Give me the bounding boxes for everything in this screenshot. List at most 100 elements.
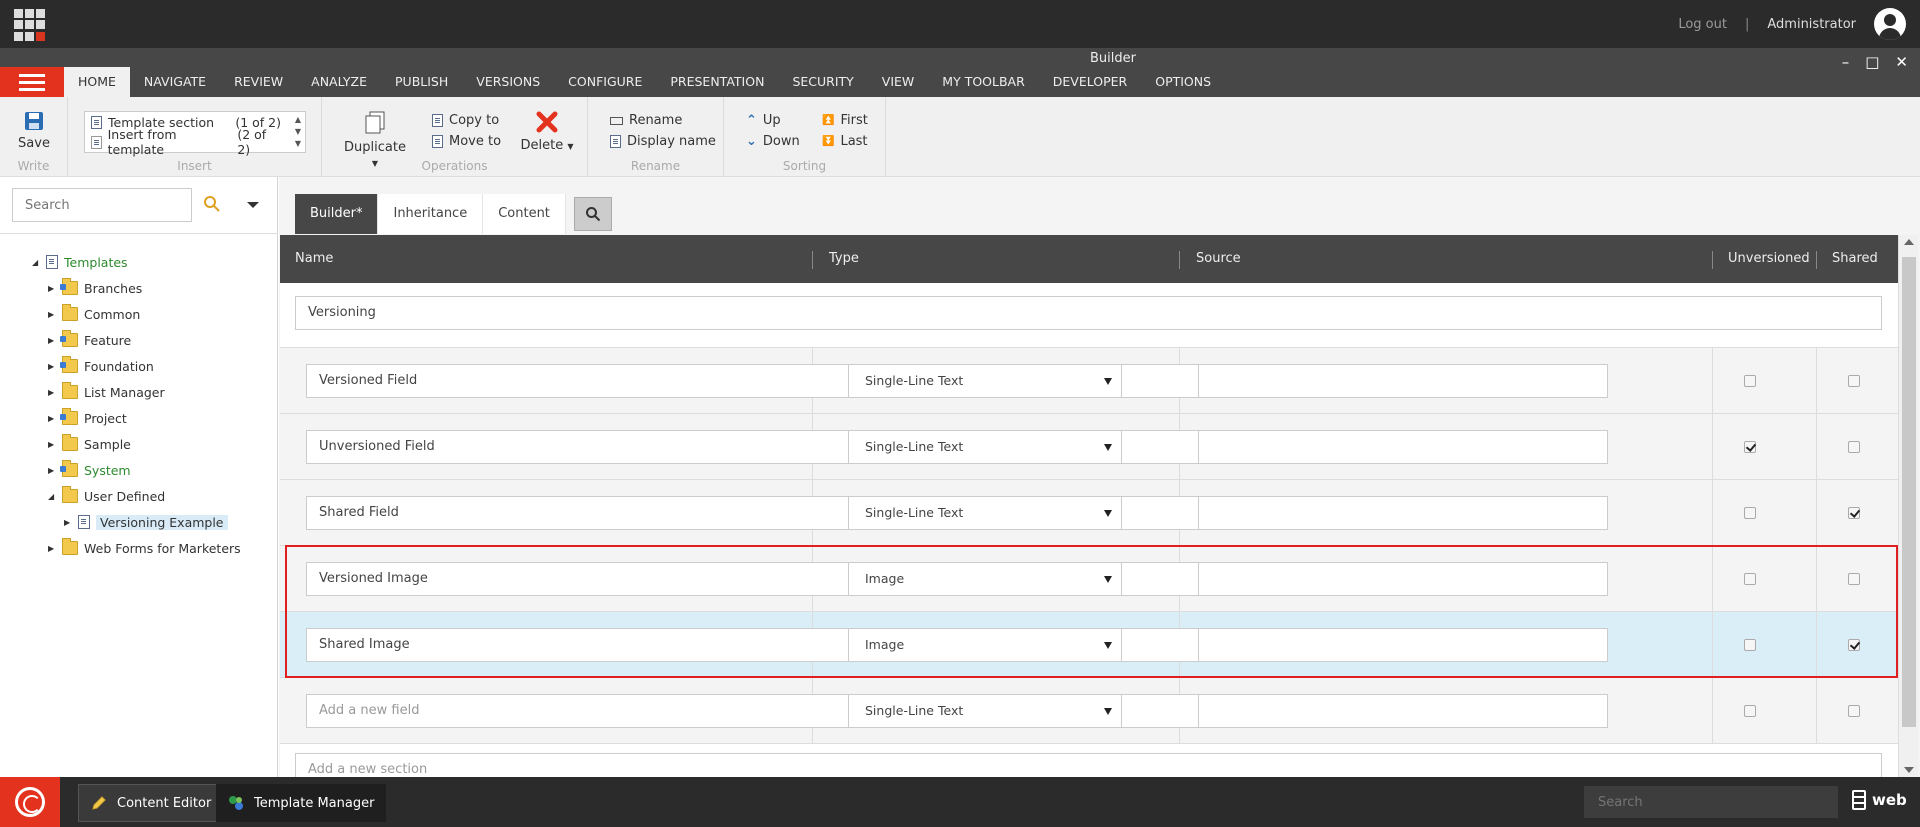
app-launcher-icon[interactable] [14,9,46,41]
scroll-up-icon[interactable] [1904,239,1914,245]
field-source-input[interactable] [1198,430,1608,464]
unversioned-checkbox[interactable] [1744,441,1756,453]
ribbon-tab-view[interactable]: VIEW [868,67,929,97]
tree-item-user-defined[interactable]: ◢ User Defined [48,485,165,507]
sitecore-logo-icon[interactable] [0,777,60,827]
copy-to-button[interactable]: Copy to [432,113,499,128]
ribbon-tab-developer[interactable]: DEVELOPER [1039,67,1141,97]
global-search-input[interactable] [1584,786,1838,818]
section-name-input[interactable]: Versioning [295,296,1882,330]
hamburger-menu-icon[interactable] [0,67,64,97]
field-type-select[interactable]: Image [848,628,1122,662]
tab-inheritance[interactable]: Inheritance [378,194,484,234]
field-source-input[interactable] [1198,628,1608,662]
column-separator[interactable] [1816,251,1817,269]
field-type-select[interactable]: Single-Line Text [848,364,1122,398]
taskbar-template-manager[interactable]: Template Manager [216,784,387,822]
sort-last-button[interactable]: ⏬ Last [822,134,868,149]
unversioned-checkbox[interactable] [1744,639,1756,651]
unversioned-checkbox[interactable] [1744,573,1756,585]
ribbon-tab-publish[interactable]: PUBLISH [381,67,462,97]
sort-up-button[interactable]: ⌃ Up [746,113,781,128]
field-source-input[interactable] [1198,562,1608,596]
database-selector[interactable]: web [1852,790,1907,810]
collapsed-arrow-icon[interactable]: ▶ [48,310,62,319]
ribbon-tab-options[interactable]: OPTIONS [1141,67,1225,97]
collapsed-arrow-icon[interactable]: ▶ [48,388,62,397]
new-section-input[interactable]: Add a new section [295,753,1882,777]
unversioned-checkbox[interactable] [1744,375,1756,387]
field-source-input[interactable] [1198,694,1608,728]
ribbon-tab-versions[interactable]: VERSIONS [462,67,554,97]
shared-checkbox[interactable] [1848,639,1860,651]
taskbar-content-editor[interactable]: Content Editor [78,784,225,822]
ribbon-tab-home[interactable]: HOME [64,67,130,97]
avatar[interactable] [1874,8,1906,40]
new-field-name-input[interactable]: Add a new field [306,694,1280,728]
close-icon[interactable]: ✕ [1895,53,1908,71]
shared-checkbox[interactable] [1848,375,1860,387]
field-name-input[interactable]: Versioned Image [306,562,1280,596]
tree-item-system[interactable]: ▶ System [48,459,131,481]
tab-builder[interactable]: Builder* [295,194,379,234]
collapsed-arrow-icon[interactable]: ▶ [48,544,62,553]
maximize-icon[interactable]: □ [1865,53,1879,71]
ribbon-tab-configure[interactable]: CONFIGURE [554,67,656,97]
search-icon[interactable] [203,195,221,213]
ribbon-tab-my-toolbar[interactable]: MY TOOLBAR [928,67,1038,97]
sort-first-button[interactable]: ⏫ First [822,113,868,128]
tree-item-sample[interactable]: ▶ Sample [48,433,131,455]
collapsed-arrow-icon[interactable]: ▶ [64,518,78,527]
field-source-input[interactable] [1198,364,1608,398]
tree-item-common[interactable]: ▶ Common [48,303,140,325]
expanded-arrow-icon[interactable]: ◢ [32,258,46,267]
tree-item-branches[interactable]: ▶ Branches [48,277,142,299]
ribbon-tab-navigate[interactable]: NAVIGATE [130,67,220,97]
ribbon-tab-review[interactable]: REVIEW [220,67,297,97]
column-separator[interactable] [1712,251,1713,269]
tree-search-input[interactable] [12,188,192,222]
field-type-select[interactable]: Single-Line Text [848,430,1122,464]
tree-item-versioning-example[interactable]: ▶ Versioning Example [64,511,228,533]
insert-option-insert-from-template[interactable]: Insert from template (2 of 2) [85,127,305,157]
shared-checkbox[interactable] [1848,705,1860,717]
ribbon-tab-security[interactable]: SECURITY [778,67,867,97]
scroll-thumb[interactable] [1902,257,1916,727]
move-to-button[interactable]: Move to [432,134,501,149]
field-name-input[interactable]: Unversioned Field [306,430,1280,464]
field-source-input[interactable] [1198,496,1608,530]
minimize-icon[interactable]: – [1842,53,1850,71]
tree-item-feature[interactable]: ▶ Feature [48,329,131,351]
tree-item-templates[interactable]: ◢ Templates [32,251,128,273]
logout-link[interactable]: Log out [1678,17,1727,32]
field-type-select[interactable]: Single-Line Text [848,694,1122,728]
column-separator[interactable] [812,251,813,269]
insert-scroll-arrows[interactable]: ▲ ▼ ▼ [295,114,301,150]
collapsed-arrow-icon[interactable]: ▶ [48,440,62,449]
ribbon-tab-analyze[interactable]: ANALYZE [297,67,381,97]
tree-item-foundation[interactable]: ▶ Foundation [48,355,154,377]
display-name-button[interactable]: Display name [610,134,716,149]
grid-scrollbar[interactable] [1898,235,1918,777]
tree-item-web-forms-for-marketers[interactable]: ▶ Web Forms for Marketers [48,537,241,559]
sort-down-button[interactable]: ⌄ Down [746,134,800,149]
rename-button[interactable]: Rename [610,113,682,128]
tree-item-project[interactable]: ▶ Project [48,407,127,429]
field-type-select[interactable]: Image [848,562,1122,596]
search-options-dropdown[interactable] [247,202,259,208]
expanded-arrow-icon[interactable]: ◢ [48,492,62,501]
tree-item-list-manager[interactable]: ▶ List Manager [48,381,165,403]
scroll-down-icon[interactable] [1904,767,1914,773]
user-name[interactable]: Administrator [1767,17,1856,32]
tab-content[interactable]: Content [483,194,566,234]
save-button[interactable]: Save [12,111,56,151]
field-name-input[interactable]: Versioned Field [306,364,1280,398]
field-name-input[interactable]: Shared Field [306,496,1280,530]
shared-checkbox[interactable] [1848,507,1860,519]
unversioned-checkbox[interactable] [1744,507,1756,519]
delete-button[interactable]: Delete ▼ [518,111,576,153]
field-type-select[interactable]: Single-Line Text [848,496,1122,530]
search-icon[interactable] [573,197,612,231]
shared-checkbox[interactable] [1848,573,1860,585]
unversioned-checkbox[interactable] [1744,705,1756,717]
